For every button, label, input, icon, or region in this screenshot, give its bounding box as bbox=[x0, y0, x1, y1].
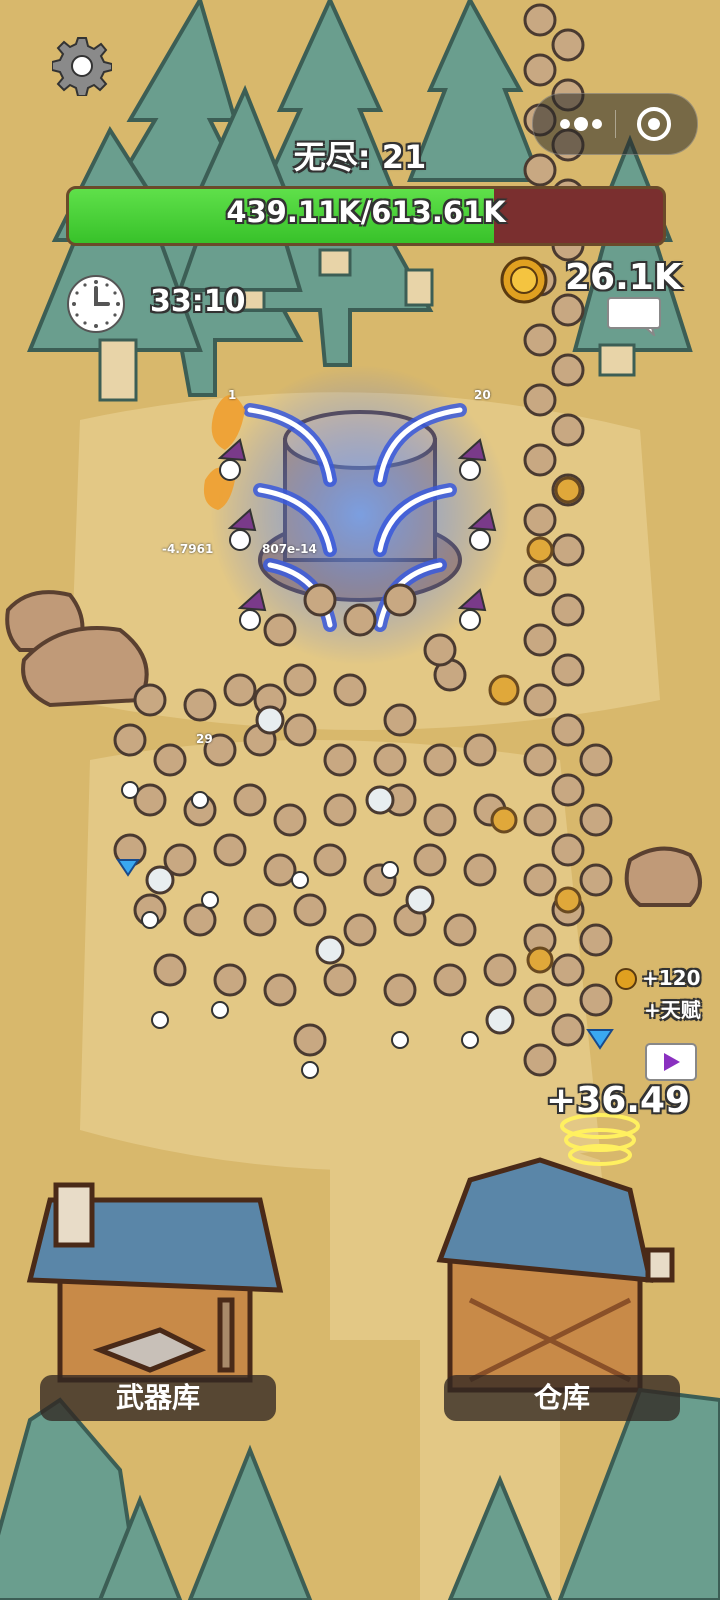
bonus-coin-icon bbox=[615, 968, 637, 990]
damage-number-tail: 807e-14 bbox=[262, 542, 317, 556]
coin-icon bbox=[500, 256, 548, 304]
bonus-talent-text: +天赋 bbox=[644, 998, 701, 1022]
damage-label-top-left: 1 bbox=[228, 388, 237, 402]
mode-title: 无尽: 21 bbox=[293, 138, 427, 176]
boss-hp-bar: 439.11K/613.61K bbox=[66, 186, 666, 246]
damage-number-left: -4.7961 bbox=[162, 542, 214, 556]
clock-icon bbox=[67, 275, 125, 333]
armory-button[interactable]: 武器库 bbox=[40, 1375, 276, 1421]
countdown-timer: 33:10 bbox=[150, 284, 246, 319]
coin-count: 26.1K bbox=[565, 257, 682, 298]
damage-number-small: 29 bbox=[196, 732, 213, 746]
warehouse-button[interactable]: 仓库 bbox=[444, 1375, 680, 1421]
armory-building bbox=[26, 1182, 284, 1383]
boss-hp-text: 439.11K/613.61K bbox=[226, 195, 506, 229]
damage-label-top-right: 20 bbox=[474, 388, 491, 402]
bonus-coins-text: +120 bbox=[642, 966, 701, 990]
video-play-icon[interactable] bbox=[644, 1042, 698, 1084]
gear-icon[interactable] bbox=[52, 36, 112, 96]
chat-bubble-icon[interactable] bbox=[606, 296, 662, 336]
gain-popup: +36.49 bbox=[546, 1080, 691, 1121]
